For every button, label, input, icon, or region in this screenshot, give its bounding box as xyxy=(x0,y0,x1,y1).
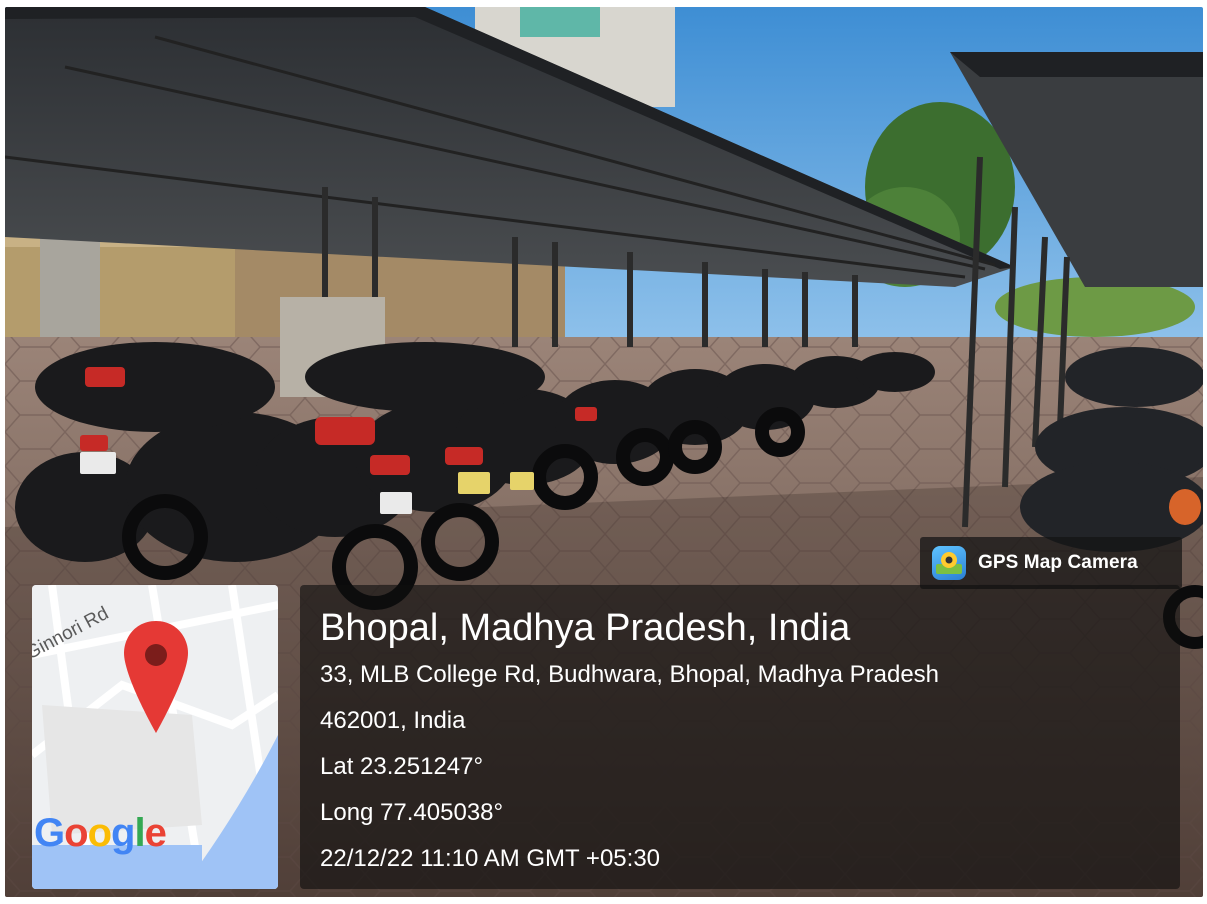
timestamp: 22/12/22 11:10 AM GMT +05:30 xyxy=(320,845,661,872)
badge-label: GPS Map Camera xyxy=(978,552,1138,573)
longitude: Long 77.405038° xyxy=(320,799,504,826)
address-line-1: 33, MLB College Rd, Budhwara, Bhopal, Ma… xyxy=(320,661,940,688)
location-title: Bhopal, Madhya Pradesh, India xyxy=(320,607,851,649)
map-pin-camera-icon xyxy=(932,546,966,580)
photo-frame: GPS Map Camera Ginnori Rd Google Bhopal,… xyxy=(5,7,1203,897)
location-info-panel: Bhopal, Madhya Pradesh, India 33, MLB Co… xyxy=(300,585,1180,889)
google-logo: Google xyxy=(34,811,167,855)
map-thumbnail[interactable]: Ginnori Rd Google xyxy=(32,585,278,889)
gps-map-camera-badge: GPS Map Camera xyxy=(920,537,1182,589)
latitude: Lat 23.251247° xyxy=(320,753,484,780)
address-line-2: 462001, India xyxy=(320,707,466,734)
